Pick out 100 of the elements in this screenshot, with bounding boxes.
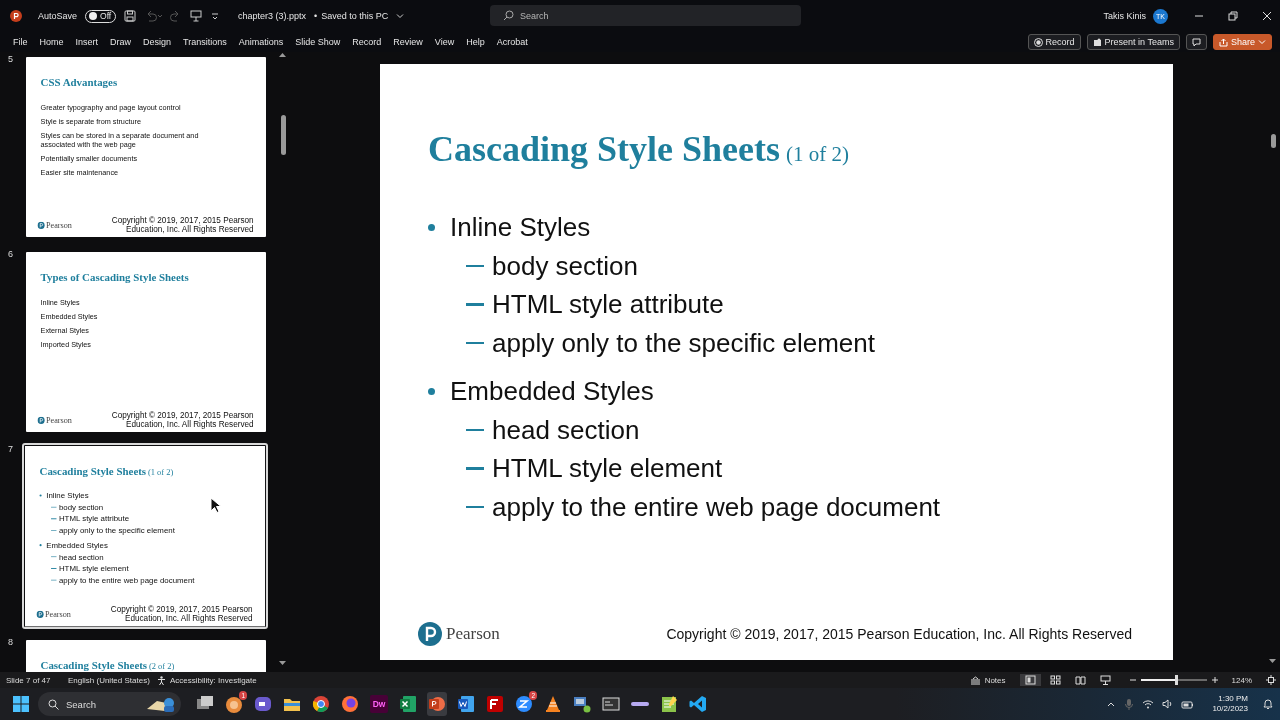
search-highlight-icon xyxy=(145,695,175,713)
scroll-down-icon[interactable] xyxy=(279,661,286,666)
chat-app-icon[interactable] xyxy=(514,694,534,714)
document-app-icon[interactable] xyxy=(456,694,476,714)
logo-text: Pearson xyxy=(46,415,72,426)
bullet-icon xyxy=(428,387,435,395)
window-app-icon[interactable] xyxy=(601,694,621,714)
ftp-app-icon[interactable] xyxy=(485,694,505,714)
share-button[interactable]: Share xyxy=(1212,34,1272,50)
taskbar-search[interactable]: Search xyxy=(38,692,181,716)
slide-title: Cascading Style Sheets xyxy=(428,129,781,169)
chevron-down-icon[interactable] xyxy=(396,12,405,20)
pointer-icon xyxy=(210,497,221,513)
ribbon-tab[interactable]: Home xyxy=(33,37,70,47)
slide-thumbnail[interactable] xyxy=(22,443,268,629)
ribbon-tab[interactable]: Record xyxy=(346,37,388,47)
close-icon[interactable] xyxy=(1262,11,1272,21)
search-icon xyxy=(48,699,59,710)
save-icon[interactable] xyxy=(124,10,137,22)
bullet-text: apply only to the specific element xyxy=(492,326,875,360)
code-editor-icon[interactable] xyxy=(688,694,708,714)
fit-slide-icon[interactable] xyxy=(1266,675,1276,685)
presentation-icon[interactable] xyxy=(190,10,203,22)
logo-text: Pearson xyxy=(45,609,71,620)
ribbon-tab[interactable]: Design xyxy=(137,37,178,47)
video-chat-icon[interactable] xyxy=(253,694,273,714)
slide-position: Slide 7 of 47 xyxy=(6,675,52,685)
traffic-cone-icon[interactable] xyxy=(543,694,563,714)
bullet-text: Embedded Styles xyxy=(450,375,654,408)
slide-title: Cascading Style Sheets xyxy=(40,659,148,672)
zoom-slider-thumb[interactable] xyxy=(1174,675,1178,685)
copyright-text: Copyright © 2019, 2017, 2015 Pearson Education, Inc. All Rights Reserved xyxy=(109,605,253,624)
comment-icon xyxy=(1191,37,1201,47)
spreadsheet-icon[interactable] xyxy=(398,694,418,714)
browser-icon[interactable] xyxy=(311,694,331,714)
ribbon-tab[interactable]: Acrobat xyxy=(490,37,534,47)
powerpoint-logo-icon xyxy=(10,10,22,22)
dash-icon xyxy=(466,303,484,306)
windows-start-icon[interactable] xyxy=(12,695,30,713)
ribbon-tab[interactable]: Draw xyxy=(104,37,138,47)
notes-button[interactable]: Notes xyxy=(969,675,1006,685)
normal-view-button[interactable] xyxy=(1019,674,1041,686)
dash-icon xyxy=(466,505,484,508)
app-icon[interactable] xyxy=(224,694,244,714)
bullet-text: Inline Styles xyxy=(450,211,591,244)
taskbar-clock[interactable]: 1:30 PM 10/2/2023 xyxy=(1212,694,1248,714)
zoom-in-icon[interactable] xyxy=(1211,677,1218,683)
scrollbar-thumb[interactable] xyxy=(1271,134,1276,148)
ribbon-tab[interactable]: Slide Show xyxy=(289,37,347,47)
dash-icon xyxy=(466,341,484,344)
ribbon-tab[interactable]: View xyxy=(428,37,461,47)
logo-text: Pearson xyxy=(46,220,72,231)
normal-view-icon xyxy=(1024,675,1036,685)
bullet-text: body section xyxy=(492,249,638,283)
scrollbar-thumb[interactable] xyxy=(281,115,286,155)
restore-icon[interactable] xyxy=(1228,11,1238,21)
customize-icon[interactable] xyxy=(210,11,221,21)
copyright-text: Copyright © 2019, 2017, 2015 Pearson Education, Inc. All Rights Reserved xyxy=(666,626,1132,642)
computer-icon[interactable] xyxy=(572,694,592,714)
record-button[interactable]: Record xyxy=(1027,34,1081,50)
bullet-icon xyxy=(428,223,435,231)
dreamweaver-app-icon[interactable]: Dw xyxy=(370,695,388,713)
zoom-out-icon[interactable] xyxy=(1129,677,1136,683)
notification-bell-icon[interactable] xyxy=(1262,698,1274,710)
zoom-level[interactable]: 124% xyxy=(1231,675,1252,685)
present-in-teams-button[interactable]: Present in Teams xyxy=(1086,34,1180,50)
ribbon-tab[interactable]: Transitions xyxy=(177,37,233,47)
search-field[interactable]: Search xyxy=(490,5,801,26)
ribbon-tab[interactable]: Help xyxy=(460,37,491,47)
pearson-logo-icon xyxy=(418,622,442,646)
bullet-text: head section xyxy=(492,413,640,447)
slide-subtitle: (1 of 2) xyxy=(786,142,849,166)
dash-icon xyxy=(466,467,484,470)
bullet-text: apply to the entire web page document xyxy=(492,490,941,524)
microphone-icon[interactable] xyxy=(1124,698,1135,710)
user-name: Takis Kinis xyxy=(1103,11,1146,21)
slide-thumbnail[interactable] xyxy=(24,55,268,239)
comments-button[interactable] xyxy=(1185,34,1207,50)
slide-subtitle: (1 of 2) xyxy=(147,467,174,478)
clock-time: 1:30 PM xyxy=(1218,694,1248,704)
fox-browser-icon[interactable] xyxy=(340,694,360,714)
language-status[interactable]: English (United States) xyxy=(68,675,157,685)
scroll-down-icon[interactable] xyxy=(1269,659,1276,664)
ribbon-tab[interactable]: File xyxy=(7,37,34,47)
battery-icon[interactable] xyxy=(1181,699,1195,709)
ribbon-tab[interactable]: Review xyxy=(387,37,429,47)
reading-view-icon xyxy=(1074,675,1086,685)
speaker-icon[interactable] xyxy=(1162,699,1174,709)
accessibility-status[interactable]: Accessibility: Investigate xyxy=(157,675,257,685)
slide-show-icon xyxy=(1099,675,1111,685)
save-status[interactable]: Saved to this PC xyxy=(321,11,389,21)
ribbon-tab[interactable]: Animations xyxy=(232,37,290,47)
slide-title: CSS Advantages xyxy=(40,76,118,89)
wifi-icon[interactable] xyxy=(1142,699,1155,709)
presentation-app-icon[interactable] xyxy=(427,694,447,714)
notepad-icon[interactable] xyxy=(659,694,679,714)
slide-thumbnail[interactable]: Cascading Style Sheets (2 of 2) xyxy=(24,638,268,672)
logo-text: Pearson xyxy=(446,624,500,644)
ribbon-tab[interactable]: Insert xyxy=(69,37,105,47)
slide-number: 5 xyxy=(7,54,14,66)
